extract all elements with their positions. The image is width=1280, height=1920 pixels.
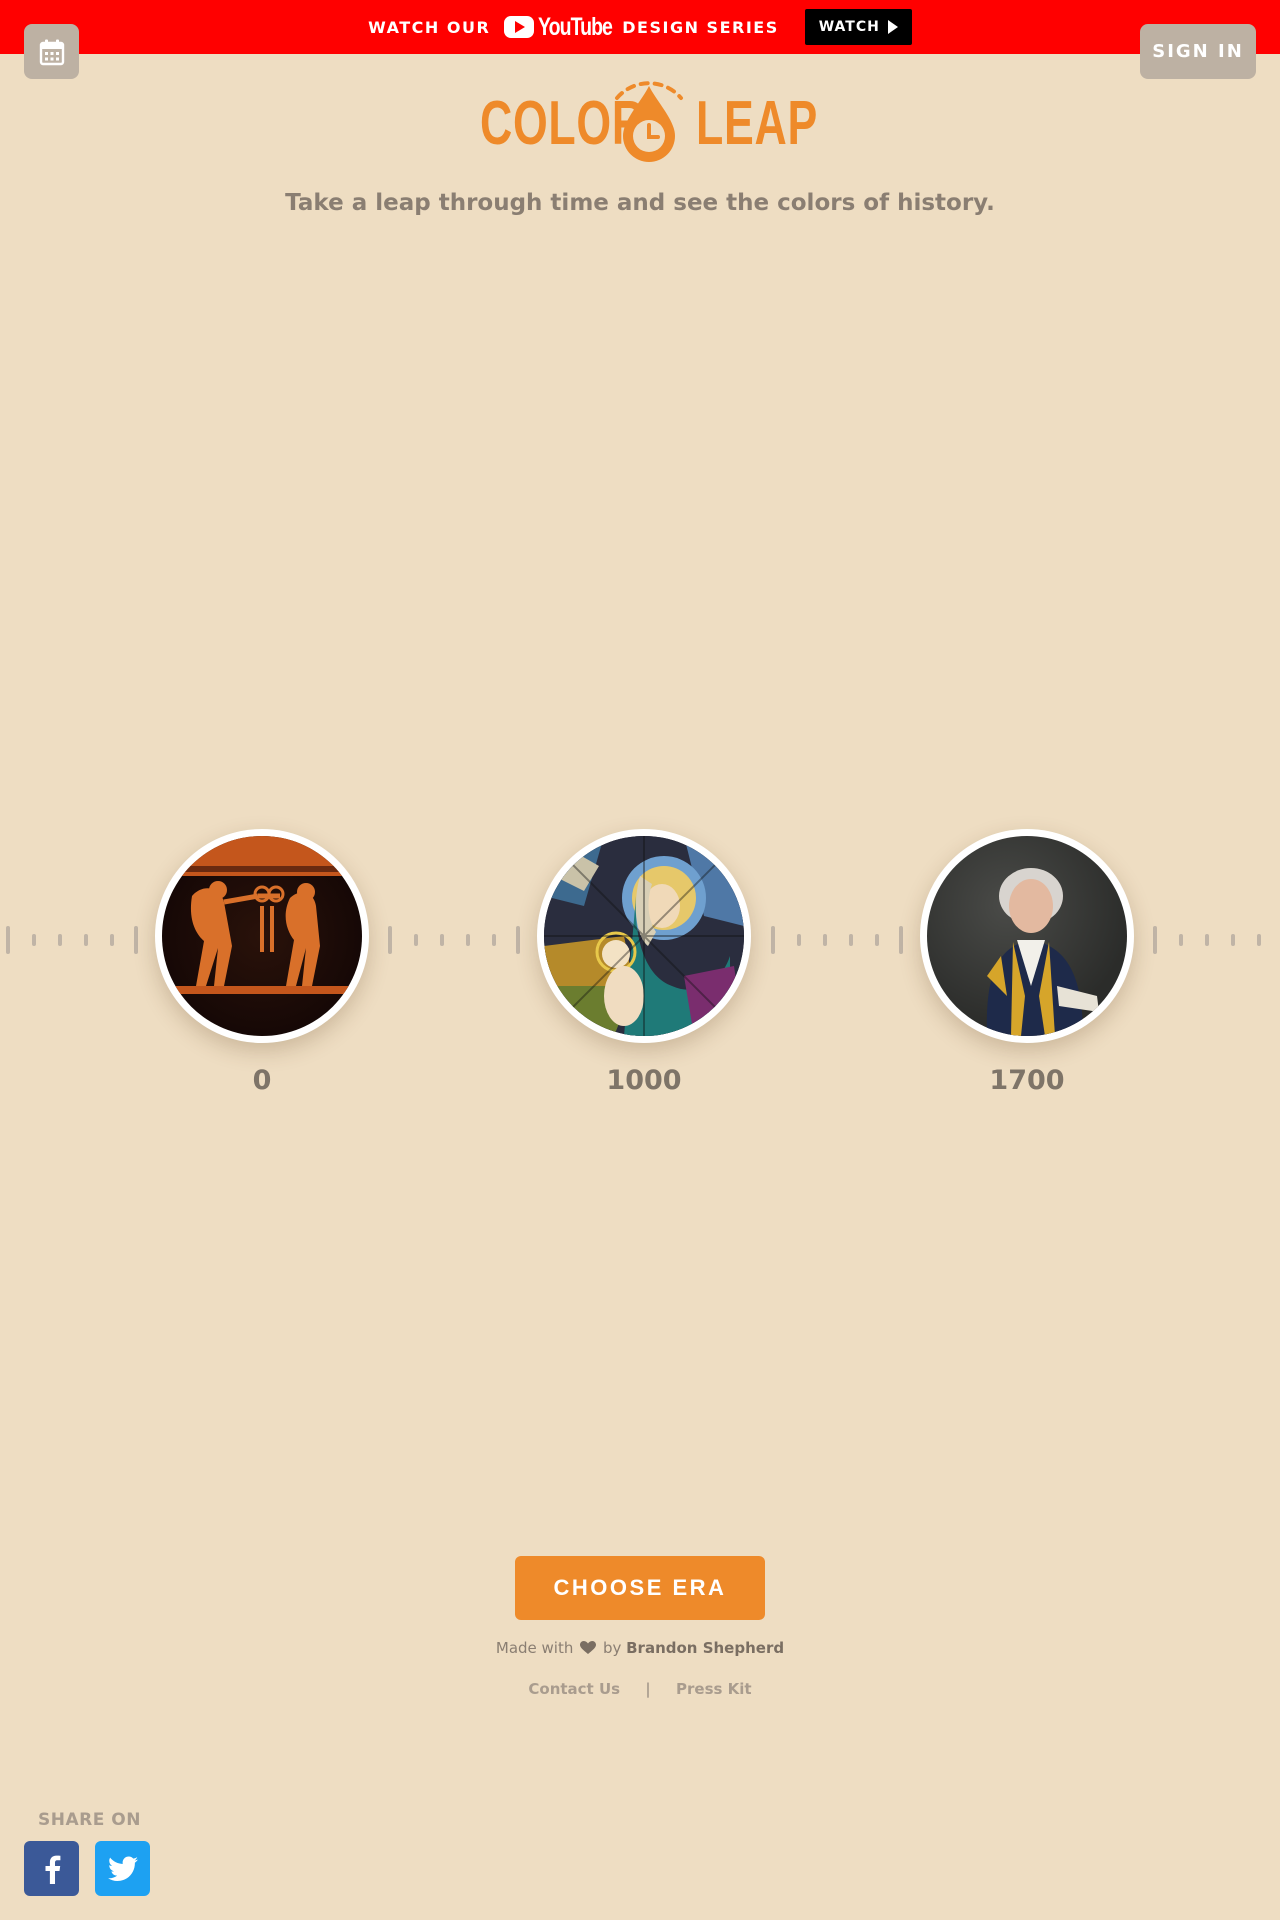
banner-watch-our: WATCH OUR: [368, 17, 491, 37]
sign-in-button[interactable]: SIGN IN: [1140, 24, 1256, 79]
era-label: 1700: [989, 1065, 1065, 1096]
timeline-tick: [899, 926, 903, 954]
timeline-tick: [875, 934, 879, 946]
logo-word-leap: LEAP: [696, 89, 818, 158]
color-leap-logo[interactable]: COLOR LEAP: [478, 68, 817, 168]
era-image-naval-portrait[interactable]: [920, 829, 1134, 1043]
heart-icon: [580, 1641, 597, 1654]
calendar-icon: [39, 39, 64, 65]
era-image-stained-glass[interactable]: [537, 829, 751, 1043]
timeline-tick: [134, 926, 138, 954]
press-kit-link[interactable]: Press Kit: [676, 1680, 752, 1698]
timeline-tick: [1205, 934, 1209, 946]
watch-button[interactable]: WATCH: [804, 9, 912, 45]
footer-separator: |: [645, 1680, 651, 1698]
timeline-tick: [823, 934, 827, 946]
footer-links: Contact Us | Press Kit: [0, 1680, 1280, 1698]
timeline-tick: [1257, 934, 1261, 946]
watch-button-label: WATCH: [818, 19, 880, 35]
made-with-text: Made with: [495, 1639, 574, 1657]
timeline-tick: [414, 934, 418, 946]
timeline-tick: [492, 934, 496, 946]
youtube-logo: YouTube: [504, 12, 613, 42]
timeline-tick: [849, 934, 853, 946]
facebook-icon: [45, 1855, 60, 1884]
era-item-1700[interactable]: 1700: [920, 829, 1134, 1096]
greek-vase-figures: [162, 836, 362, 994]
twitter-share-button[interactable]: [95, 1841, 150, 1896]
timeline-tick: [1179, 934, 1183, 946]
twitter-icon: [107, 1856, 138, 1881]
choose-era-button[interactable]: CHOOSE ERA: [515, 1556, 765, 1620]
share-label: SHARE ON: [38, 1810, 141, 1830]
era-item-0[interactable]: 0: [155, 829, 369, 1096]
author-link[interactable]: Brandon Shepherd: [626, 1639, 784, 1657]
tagline: Take a leap through time and see the col…: [285, 190, 995, 216]
timeline-tick: [58, 934, 62, 946]
timeline-tick: [6, 926, 10, 954]
timeline-tick: [440, 934, 444, 946]
banner-design-series: DESIGN SERIES: [622, 17, 779, 37]
calendar-button[interactable]: [24, 24, 79, 79]
timeline-tick: [1231, 934, 1235, 946]
naval-officer-figure: [986, 868, 1099, 1036]
era-image-greek-vase[interactable]: [155, 829, 369, 1043]
timeline-tick: [84, 934, 88, 946]
contact-us-link[interactable]: Contact Us: [528, 1680, 620, 1698]
timeline-tick: [388, 926, 392, 954]
timeline-tick: [516, 926, 520, 954]
play-icon: [887, 20, 898, 34]
timeline-tick: [1153, 926, 1157, 954]
facebook-share-button[interactable]: [24, 1841, 79, 1896]
timeline-tick: [797, 934, 801, 946]
timeline-tick: [32, 934, 36, 946]
stained-glass-scene: [544, 836, 744, 1036]
made-with-credit: Made with by Brandon Shepherd: [0, 1639, 1280, 1657]
timeline-tick: [771, 926, 775, 954]
drop-clock-icon: [615, 81, 683, 162]
by-text: by: [602, 1639, 622, 1657]
era-label: 0: [252, 1065, 272, 1096]
era-label: 1000: [606, 1065, 682, 1096]
youtube-play-icon: [504, 16, 535, 38]
timeline-tick: [466, 934, 470, 946]
era-item-1000[interactable]: 1000: [537, 829, 751, 1096]
era-timeline[interactable]: 0 1000 1700: [0, 820, 1280, 1096]
youtube-banner[interactable]: WATCH OUR YouTube DESIGN SERIES WATCH: [0, 0, 1280, 54]
youtube-wordmark: YouTube: [538, 12, 613, 41]
timeline-tick: [110, 934, 114, 946]
